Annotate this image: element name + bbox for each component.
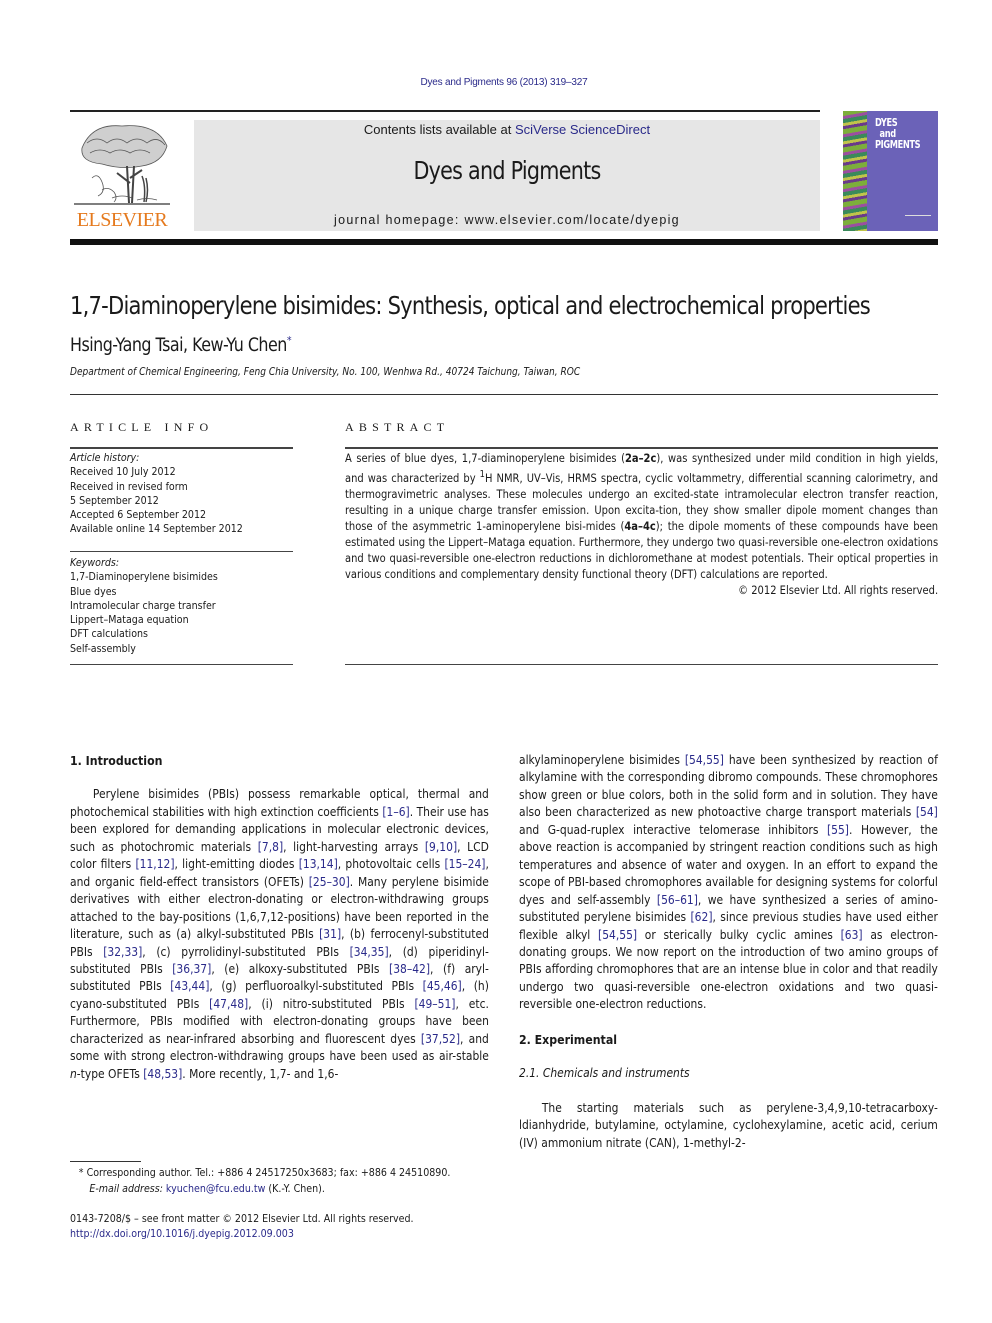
compound-ref: 4a–4c <box>624 519 656 533</box>
corresponding-author-mark[interactable]: * <box>287 334 292 347</box>
compound-ref: 2a–2c <box>624 452 657 465</box>
history-item: Available online 14 September 2012 <box>70 522 243 536</box>
journal-name: Dyes and Pigments <box>413 156 601 185</box>
experimental-paragraph: The starting materials such as perylene-… <box>519 1100 938 1150</box>
header-thick-rule <box>70 239 938 245</box>
author-names: Hsing-Yang Tsai, Kew-Yu Chen <box>70 335 287 357</box>
citation-reference-link[interactable]: [34,35] <box>350 945 389 959</box>
citation-reference-link[interactable]: [47,48] <box>209 997 248 1011</box>
article-history: Article history: Received 10 July 2012 R… <box>70 451 266 537</box>
front-matter-copyright: 0143-7208/$ – see front matter © 2012 El… <box>70 1212 414 1225</box>
keyword-item: DFT calculations <box>70 627 148 641</box>
citation-reference-link[interactable]: [31] <box>319 927 341 941</box>
article-info-rule <box>70 447 293 449</box>
keyword-item: Intramolecular charge transfer <box>70 598 216 612</box>
article-authors: Hsing-Yang Tsai, Kew-Yu Chen* <box>70 334 292 357</box>
keyword-item: Blue dyes <box>70 584 117 598</box>
corresponding-author-contact: * Corresponding author. Tel.: +886 4 245… <box>78 1166 451 1179</box>
cover-title: DYES and PIGMENTS <box>875 117 921 151</box>
journal-cover[interactable]: DYES and PIGMENTS <box>843 111 938 231</box>
contents-prefix: Contents lists available at <box>363 122 515 137</box>
citation-reference-link[interactable]: [38–42] <box>389 962 430 976</box>
citation-reference-link[interactable]: [25–30] <box>309 875 350 889</box>
email-label: E-mail address: <box>89 1181 166 1195</box>
abstract-copyright: © 2012 Elsevier Ltd. All rights reserved… <box>738 583 939 597</box>
body-column-right: alkylaminoperylene bisimides [54,55] hav… <box>519 752 938 1152</box>
affiliation: Department of Chemical Engineering, Feng… <box>70 366 581 378</box>
body-column-left: 1. Introduction Perylene bisimides (PBIs… <box>70 752 489 1083</box>
citation-reference-link[interactable]: [11,12] <box>135 857 174 871</box>
abstract-text: A series of blue dyes, 1,7-diaminoperyle… <box>345 452 939 581</box>
citation-reference-link[interactable]: [32,33] <box>103 945 142 959</box>
history-item: 5 September 2012 <box>70 493 159 507</box>
citation-reference-link[interactable]: [54] <box>916 805 938 819</box>
citation-reference-link[interactable]: [54,55] <box>598 928 637 942</box>
citation-reference-link[interactable]: [45,46] <box>423 979 462 993</box>
keyword-item: Lippert–Mataga equation <box>70 613 189 627</box>
email-link[interactable]: kyuchen@fcu.edu.tw <box>166 1182 265 1195</box>
abstract: A series of blue dyes, 1,7-diaminoperyle… <box>345 451 938 599</box>
keyword-item: Self-assembly <box>70 641 136 655</box>
article-info-rule <box>70 664 293 665</box>
elsevier-wordmark: ELSEVIER <box>76 209 168 231</box>
history-item: Accepted 6 September 2012 <box>70 508 207 522</box>
doi-link[interactable]: http://dx.doi.org/10.1016/j.dyepig.2012.… <box>70 1227 414 1242</box>
citation-reference-link[interactable]: [54,55] <box>685 753 724 767</box>
citation-reference-link[interactable]: [63] <box>841 928 863 942</box>
section-heading-experimental: 2. Experimental <box>519 1031 618 1047</box>
citation-reference-link[interactable]: [37,52] <box>421 1032 460 1046</box>
abstract-rule <box>345 447 938 449</box>
abstract-rule <box>345 664 938 665</box>
subsection-heading-chemicals: 2.1. Chemicals and instruments <box>519 1066 690 1081</box>
abstract-label: ABSTRACT <box>345 420 450 434</box>
footnote-rule <box>70 1161 141 1162</box>
citation-reference-link[interactable]: [55] <box>827 823 849 837</box>
intro-paragraph: Perylene bisimides (PBIs) possess remark… <box>70 787 489 1081</box>
citation-reference-link[interactable]: [49–51] <box>414 997 455 1011</box>
journal-homepage[interactable]: journal homepage: www.elsevier.com/locat… <box>194 213 820 227</box>
citation-reference-link[interactable]: [7,8] <box>258 840 283 854</box>
article-title: 1,7-Diaminoperylene bisimides: Synthesis… <box>70 291 871 320</box>
sciencedirect-link[interactable]: SciVerse ScienceDirect <box>515 122 650 137</box>
citation-reference-link[interactable]: [43,44] <box>170 979 209 993</box>
citation-reference-link[interactable]: [1–6] <box>382 805 409 819</box>
corresponding-author-footnote: * Corresponding author. Tel.: +886 4 245… <box>70 1165 451 1197</box>
citation-reference-link[interactable]: [56–61] <box>657 893 698 907</box>
cover-title-line: PIGMENTS <box>875 138 921 151</box>
elsevier-tree-icon <box>74 125 170 205</box>
article-info-rule <box>70 551 293 552</box>
keywords-heading: Keywords: <box>70 556 120 569</box>
citation-reference-link[interactable]: [15–24] <box>444 857 485 871</box>
citation-reference-link[interactable]: [62] <box>690 910 712 924</box>
citation-reference-link[interactable]: [13,14] <box>299 857 338 871</box>
front-matter: 0143-7208/$ – see front matter © 2012 El… <box>70 1212 414 1241</box>
citation-reference-link[interactable]: [48,53] <box>143 1067 182 1081</box>
cover-sciencedirect-mark <box>905 215 931 223</box>
citation-reference-link[interactable]: [36,37] <box>172 962 211 976</box>
history-item: Received in revised form <box>70 479 188 493</box>
keywords: Keywords: 1,7-Diaminoperylene bisimides … <box>70 556 266 656</box>
email-line: E-mail address: kyuchen@fcu.edu.tw (K.-Y… <box>70 1181 450 1197</box>
history-item: Received 10 July 2012 <box>70 465 176 479</box>
article-info-label: ARTICLE INFO <box>70 420 214 434</box>
elsevier-logo[interactable]: ELSEVIER <box>70 118 174 232</box>
keyword-item: 1,7-Diaminoperylene bisimides <box>70 570 218 584</box>
history-heading: Article history: <box>70 451 140 464</box>
citation-reference-link[interactable]: [9,10] <box>425 840 457 854</box>
journal-banner: Contents lists available at SciVerse Sci… <box>194 120 820 231</box>
header-rule <box>70 110 820 112</box>
section-rule <box>70 394 938 395</box>
section-heading-introduction: 1. Introduction <box>70 753 163 768</box>
contents-line: Contents lists available at SciVerse Sci… <box>194 122 820 137</box>
intro-paragraph-continued: alkylaminoperylene bisimides [54,55] hav… <box>519 753 938 1012</box>
email-suffix: (K.-Y. Chen). <box>265 1181 325 1195</box>
journal-citation[interactable]: Dyes and Pigments 96 (2013) 319–327 <box>0 77 992 88</box>
italic-text: n <box>70 1066 77 1081</box>
cover-pattern <box>843 111 867 231</box>
